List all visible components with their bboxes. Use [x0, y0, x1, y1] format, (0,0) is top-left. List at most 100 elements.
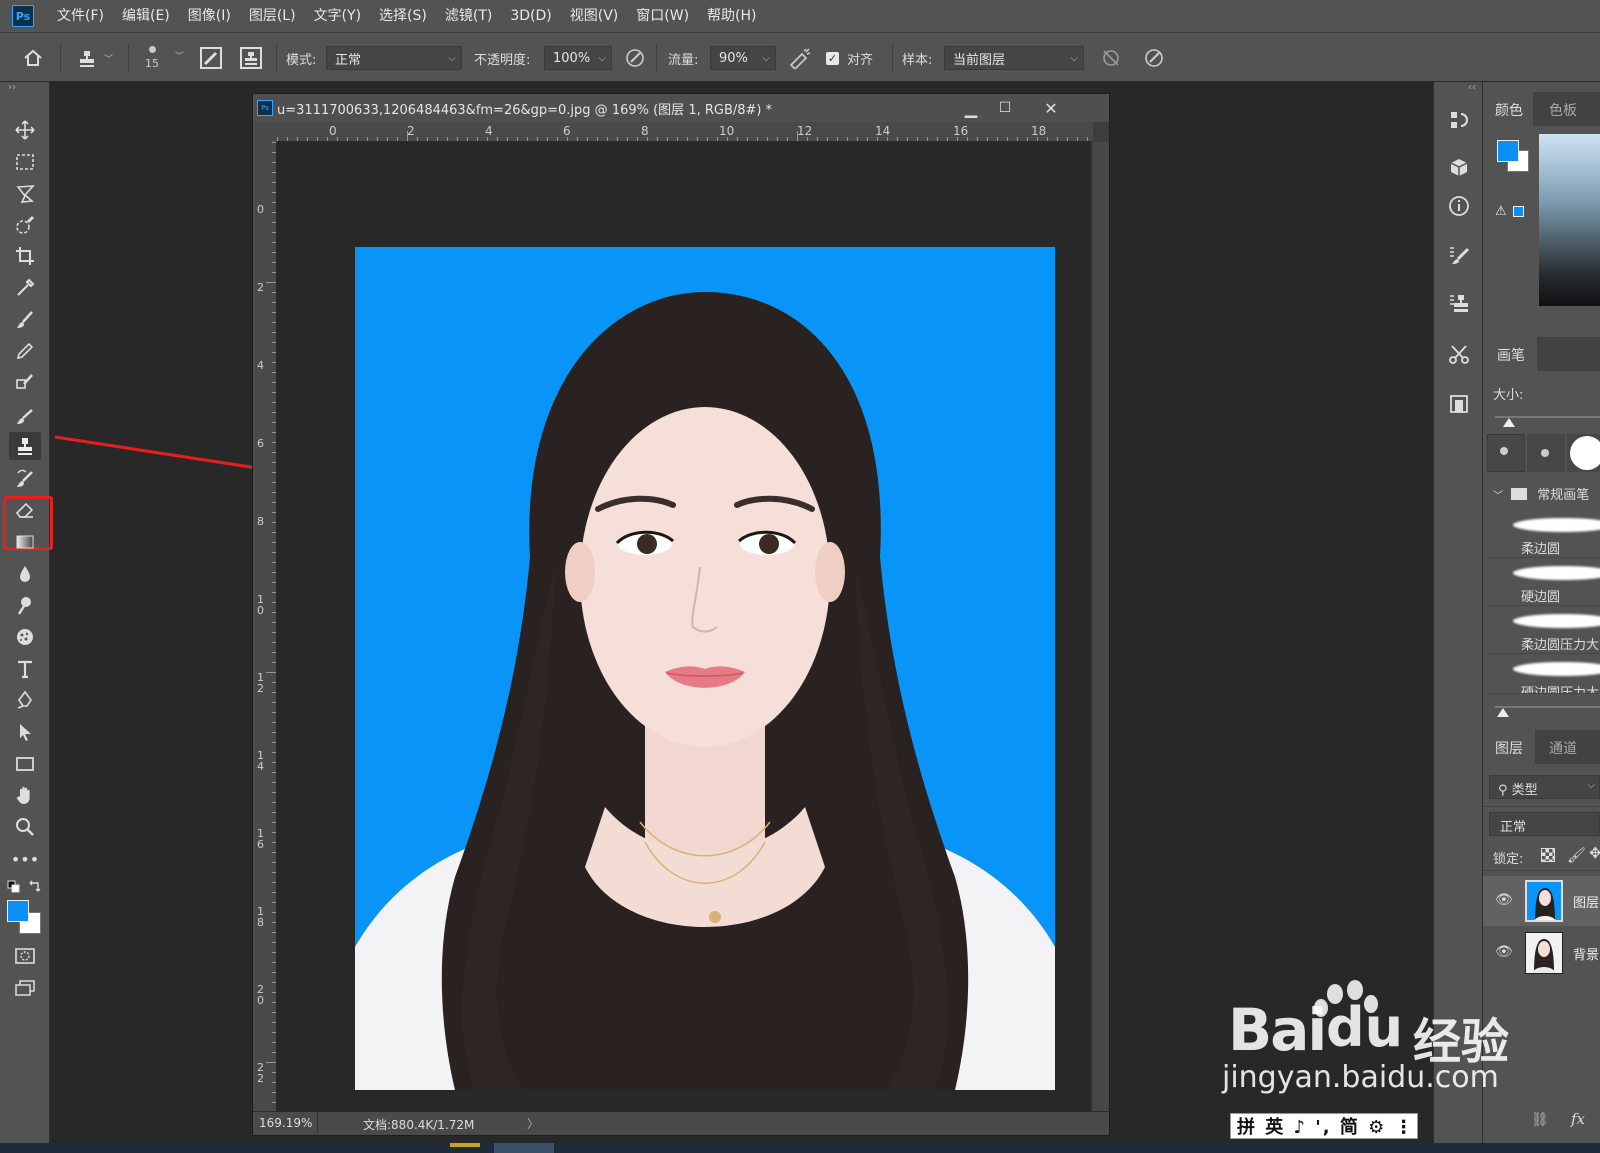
lock-pixels-icon[interactable]: 🖌 — [1567, 846, 1586, 864]
brush-tool[interactable] — [9, 306, 41, 334]
flow-input[interactable]: 90% ⌵ — [710, 46, 776, 70]
menu-window[interactable]: 窗口(W) — [627, 0, 698, 32]
type-tool[interactable] — [9, 655, 41, 683]
foreground-color-swatch[interactable] — [7, 900, 29, 922]
history-panel-button[interactable] — [1447, 108, 1471, 136]
lock-position-icon[interactable]: ✥ — [1589, 844, 1600, 862]
eye-icon[interactable]: 👁 — [1495, 892, 1513, 908]
pencil-tool[interactable] — [9, 337, 41, 365]
zoom-tool[interactable] — [9, 813, 41, 841]
menu-file[interactable]: 文件(F) — [48, 0, 113, 32]
lock-transparency-icon[interactable] — [1541, 848, 1555, 862]
brush-group-row[interactable]: ﹀ 常规画笔 — [1493, 484, 1589, 503]
sponge-tool[interactable] — [9, 623, 41, 651]
align-checkbox[interactable]: ✓ 对齐 — [826, 33, 873, 83]
pressure-size-button[interactable] — [1143, 33, 1165, 83]
pressure-opacity-button[interactable] — [624, 33, 646, 83]
tool-preset-picker[interactable]: ﹀ — [76, 33, 113, 83]
tab-layers[interactable]: 图层 — [1495, 738, 1523, 758]
default-colors-button[interactable] — [7, 880, 21, 898]
hand-tool[interactable] — [9, 781, 41, 809]
brush-item[interactable]: 硬边圆压力大 — [1489, 656, 1600, 694]
color-picker-field[interactable] — [1539, 134, 1600, 306]
blur-tool[interactable] — [9, 560, 41, 588]
home-button[interactable] — [22, 33, 44, 83]
crop-tool[interactable] — [9, 242, 41, 270]
menu-image[interactable]: 图像(I) — [179, 0, 240, 32]
blend-mode-select[interactable]: 正常 — [1489, 812, 1600, 836]
eye-icon[interactable]: 👁 — [1495, 944, 1513, 960]
artboard-panel-button[interactable] — [1447, 392, 1471, 420]
menu-edit[interactable]: 编辑(E) — [113, 0, 179, 32]
screen-mode-button[interactable] — [9, 974, 41, 1002]
brush-preset-2[interactable] — [1527, 434, 1565, 472]
mode-select[interactable]: 正常 ⌵ — [326, 46, 462, 70]
gradient-tool[interactable] — [9, 528, 41, 556]
vertical-scrollbar[interactable] — [1093, 142, 1109, 1112]
3d-panel-button[interactable] — [1447, 156, 1471, 184]
sample-select[interactable]: 当前图层 ⌵ — [944, 46, 1084, 70]
quick-select-tool[interactable] — [9, 211, 41, 239]
opacity-input[interactable]: 100% ⌵ — [544, 46, 612, 70]
tab-channels[interactable]: 通道 — [1549, 738, 1577, 758]
brush-size-picker[interactable]: 15 — [145, 33, 159, 83]
swap-colors-button[interactable] — [28, 879, 42, 897]
brush-tool-2[interactable] — [9, 401, 41, 429]
tab-brush[interactable]: 画笔 — [1497, 345, 1525, 365]
size-slider-handle[interactable] — [1503, 418, 1515, 427]
chevron-right-icon[interactable]: 〉 — [527, 1115, 539, 1132]
rectangle-tool[interactable] — [9, 750, 41, 778]
tool-presets-panel-button[interactable] — [1447, 342, 1471, 370]
menu-type[interactable]: 文字(Y) — [305, 0, 370, 32]
panel-foreground-swatch[interactable] — [1497, 140, 1519, 162]
document-titlebar[interactable]: Ps u=3111700633,1206484463&fm=26&gp=0.jp… — [253, 94, 1109, 122]
eraser-tool[interactable] — [9, 496, 41, 524]
collapse-icon[interactable]: ‹‹ — [1468, 82, 1476, 93]
menu-select[interactable]: 选择(S) — [370, 0, 436, 32]
path-select-tool[interactable] — [9, 718, 41, 746]
dodge-tool[interactable] — [9, 591, 41, 619]
airbrush-button[interactable] — [788, 33, 812, 83]
ime-toolbar[interactable]: 拼 英 ♪ ', 简 ⚙ ⋮ — [1230, 1113, 1418, 1139]
quick-mask-button[interactable] — [9, 942, 41, 970]
brush-item[interactable]: 柔边圆压力大 — [1489, 608, 1600, 654]
zoom-level[interactable]: 169.19% — [259, 1116, 312, 1130]
minimize-button[interactable]: ▁ — [957, 96, 985, 120]
web-safe-swatch[interactable] — [1513, 206, 1524, 217]
brush-preset-3[interactable] — [1567, 434, 1600, 472]
fx-icon[interactable]: fx — [1571, 1110, 1585, 1128]
taskbar-item[interactable] — [450, 1143, 480, 1147]
close-button[interactable]: ✕ — [1037, 96, 1065, 120]
menu-view[interactable]: 视图(V) — [561, 0, 628, 32]
brush-item[interactable]: 柔边圆 — [1489, 512, 1600, 558]
menu-filter[interactable]: 滤镜(T) — [436, 0, 501, 32]
link-layers-icon[interactable]: ⛓ — [1531, 1112, 1549, 1128]
info-panel-button[interactable] — [1447, 194, 1471, 222]
tab-swatches[interactable]: 色板 — [1549, 100, 1577, 120]
menu-help[interactable]: 帮助(H) — [698, 0, 765, 32]
healing-brush-tool[interactable] — [9, 369, 41, 397]
tab-color[interactable]: 颜色 — [1495, 100, 1523, 120]
brush-settings-panel-button[interactable] — [1447, 244, 1471, 272]
ignore-adjustment-layers-button[interactable] — [1100, 33, 1122, 83]
expand-icon[interactable]: ›› — [8, 82, 16, 93]
maximize-button[interactable]: ☐ — [991, 96, 1019, 120]
brush-preset-1[interactable] — [1487, 434, 1525, 472]
menu-layer[interactable]: 图层(L) — [240, 0, 305, 32]
eyedropper-tool[interactable] — [9, 274, 41, 302]
menu-3d[interactable]: 3D(D) — [501, 0, 560, 32]
clone-source-panel-button[interactable] — [1447, 292, 1471, 320]
marquee-tool[interactable] — [9, 148, 41, 176]
more-tools-button[interactable]: ••• — [9, 845, 41, 873]
portrait-photo[interactable] — [355, 247, 1055, 1090]
brush-settings-button[interactable] — [200, 33, 222, 83]
clone-stamp-tool[interactable] — [9, 432, 41, 460]
lasso-tool[interactable] — [9, 179, 41, 207]
clone-source-button[interactable] — [240, 33, 262, 83]
move-tool[interactable] — [9, 116, 41, 144]
layer-row-background[interactable]: 👁 背景 — [1483, 928, 1600, 978]
pen-tool[interactable] — [9, 686, 41, 714]
layer-row-active[interactable]: 👁 图层 — [1483, 876, 1600, 926]
canvas-area[interactable] — [277, 142, 1091, 1112]
layer-filter-select[interactable]: ⚲ 类型 ⌵ — [1489, 775, 1600, 799]
